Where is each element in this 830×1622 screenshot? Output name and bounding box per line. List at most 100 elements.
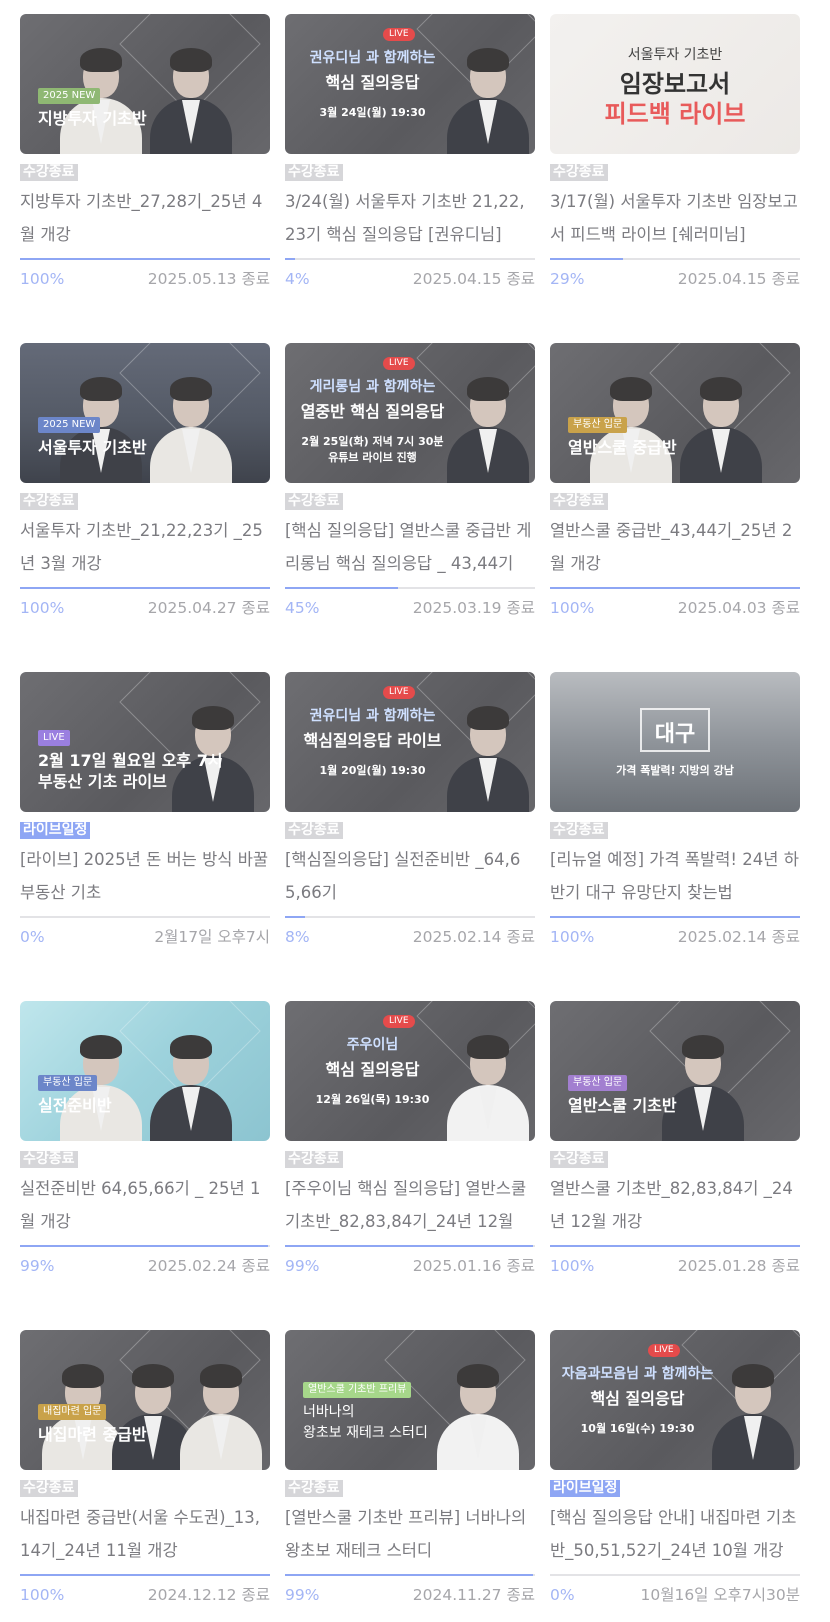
course-title[interactable]: 서울투자 기초반_21,22,23기 _25년 3월 개강 (20, 514, 270, 580)
course-meta: 100% 2025.05.13 종료 (20, 269, 270, 289)
status-badge: 라이브일정 (20, 822, 91, 839)
course-card[interactable]: LIVE 권유디님 과 함께하는 핵심 질의응답 3월 24일(월) 19:30 수강종… (285, 14, 535, 302)
progress-percent: 100% (20, 1586, 65, 1604)
course-card[interactable]: 부동산 입문 실전준비반 수강종료 실전준비반 64,65,66기 _ 25년 1월 … (20, 1001, 270, 1289)
progress-fill (550, 916, 800, 918)
course-title[interactable]: [핵심 질의응답 안내] 내집마련 기초반_50,51,52기_24년 10월 … (550, 1501, 800, 1567)
course-card[interactable]: 2025 NEW 서울투자 기초반 수강종료 서울투자 기초반_21,22,23기 _… (20, 343, 270, 631)
course-grid: 2025 NEW 지방투자 기초반 수강종료 지방투자 기초반_27,28기_25년 … (20, 14, 800, 1618)
course-meta: 8% 2025.02.14 종료 (285, 927, 535, 947)
photo-hair (467, 48, 509, 72)
course-thumbnail[interactable]: 2025 NEW 서울투자 기초반 (20, 343, 270, 483)
instructor-photo (148, 377, 234, 483)
photo-hair (467, 1035, 509, 1059)
course-meta: 100% 2025.02.14 종료 (550, 927, 800, 947)
course-thumbnail[interactable]: LIVE 권유디님 과 함께하는 핵심 질의응답 3월 24일(월) 19:30 (285, 14, 535, 154)
course-card[interactable]: LIVE 게리롱님 과 함께하는 열중반 핵심 질의응답 2월 25일(화) 저녁 7… (285, 343, 535, 631)
course-title[interactable]: 지방투자 기초반_27,28기_25년 4월 개강 (20, 185, 270, 251)
course-meta: 100% 2025.04.27 종료 (20, 598, 270, 618)
thumb-schedule: 3월 24일(월) 19:30 (319, 106, 426, 119)
photo-hair (457, 1364, 499, 1388)
course-thumbnail[interactable]: 2025 NEW 지방투자 기초반 (20, 14, 270, 154)
course-thumbnail[interactable]: 부동산 입문 실전준비반 (20, 1001, 270, 1141)
course-thumbnail[interactable]: LIVE 게리롱님 과 함께하는 열중반 핵심 질의응답 2월 25일(화) 저녁 7… (285, 343, 535, 483)
status-badge: 수강종료 (550, 822, 608, 839)
end-date: 2월17일 오후7시 (154, 928, 270, 946)
course-title[interactable]: [리뉴얼 예정] 가격 폭발력! 24년 하반기 대구 유망단지 찾는법 (550, 843, 800, 909)
course-card[interactable]: 내집마련 입문 내집마련 중급반 수강종료 내집마련 중급반(서울 수도권)_13,1… (20, 1330, 270, 1618)
course-thumbnail[interactable]: 내집마련 입문 내집마련 중급반 (20, 1330, 270, 1470)
instructor-photo (148, 1035, 234, 1141)
progress-bar (285, 1574, 535, 1576)
course-title[interactable]: 열반스쿨 중급반_43,44기_25년 2월 개강 (550, 514, 800, 580)
course-thumbnail[interactable]: 부동산 입문 열반스쿨 중급반 (550, 343, 800, 483)
progress-fill (285, 916, 305, 918)
live-indicator: LIVE (383, 357, 415, 370)
course-card[interactable]: 2025 NEW 지방투자 기초반수강종료지방투자 기초반_27,28기_25년 … (20, 14, 270, 302)
course-title[interactable]: [라이브] 2025년 돈 버는 방식 바꿀 부동산 기초 (20, 843, 270, 909)
photo-hair (80, 48, 122, 72)
thumb-subtitle: 서울투자 기초반 (627, 47, 723, 63)
course-title[interactable]: 열반스쿨 기초반_82,83,84기 _24년 12월 개강 (550, 1172, 800, 1238)
course-thumbnail[interactable]: 부동산 입문 열반스쿨 기초반 (550, 1001, 800, 1141)
status-badge: 수강종료 (20, 164, 78, 181)
course-title[interactable]: 3/17(월) 서울투자 기초반 임장보고서 피드백 라이브 [쉐러미님] (550, 185, 800, 251)
course-title[interactable]: [핵심 질의응답] 열반스쿨 중급반 게리롱님 핵심 질의응답 _ 43,44기 (285, 514, 535, 580)
photo-hair (200, 1364, 242, 1388)
photo-hair (170, 377, 212, 401)
course-card[interactable]: 부동산 입문 열반스쿨 중급반 수강종료 열반스쿨 중급반_43,44기_25년 2월… (550, 343, 800, 631)
course-meta: 100% 2025.04.03 종료 (550, 598, 800, 618)
course-title[interactable]: 3/24(월) 서울투자 기초반 21,22,23기 핵심 질의응답 [권유디님… (285, 185, 535, 251)
progress-percent: 4% (285, 270, 310, 288)
progress-bar (550, 1245, 800, 1247)
progress-bar (550, 1574, 800, 1576)
thumb-title: 2월 17일 월요일 오후 7시 (38, 751, 223, 770)
progress-percent: 100% (20, 599, 65, 617)
thumb-title-line2: 부동산 기초 라이브 (38, 772, 167, 791)
progress-fill (285, 1574, 533, 1576)
thumb-title-accent: 피드백 라이브 (604, 100, 746, 128)
course-title[interactable]: [주우이님 핵심 질의응답] 열반스쿨 기초반_82,83,84기_24년 12… (285, 1172, 535, 1238)
status-badge: 수강종료 (550, 1151, 608, 1168)
progress-bar (20, 1574, 270, 1576)
course-thumbnail[interactable]: LIVE 권유디님 과 함께하는 핵심질의응답 라이브 1월 20일(월) 19:30 (285, 672, 535, 812)
course-card[interactable]: 열반스쿨 기초반 프리뷰 너바나의 왕초보 재테크 스터디수강종료 [열반스쿨 기초반… (285, 1330, 535, 1618)
course-title[interactable]: 내집마련 중급반(서울 수도권)_13,14기_24년 11월 개강 (20, 1501, 270, 1567)
course-card[interactable]: 부동산 입문 열반스쿨 기초반수강종료열반스쿨 기초반_82,83,84기 _24… (550, 1001, 800, 1289)
progress-fill (285, 587, 398, 589)
thumb-title: 핵심질의응답 라이브 (303, 731, 442, 750)
course-thumbnail[interactable]: LIVE 자음과모음님 과 함께하는 핵심 질의응답 10월 16일(수) 19:30 (550, 1330, 800, 1470)
course-meta: 99% 2024.11.27 종료 (285, 1585, 535, 1605)
progress-fill (20, 1574, 270, 1576)
course-card[interactable]: LIVE 주우이님 핵심 질의응답 12월 26일(목) 19:30 수강종료 [주우이님… (285, 1001, 535, 1289)
course-card[interactable]: LIVE 자음과모음님 과 함께하는 핵심 질의응답 10월 16일(수) 19:30… (550, 1330, 800, 1618)
end-date: 2025.04.27 종료 (147, 599, 270, 617)
course-title[interactable]: 실전준비반 64,65,66기 _ 25년 1월 개강 (20, 1172, 270, 1238)
thumb-title: 대구 (654, 722, 696, 747)
end-date: 2025.04.15 종료 (412, 270, 535, 288)
progress-bar (285, 587, 535, 589)
live-indicator: LIVE (383, 28, 415, 41)
status-badge: 수강종료 (285, 493, 343, 510)
course-title[interactable]: [핵심질의응답] 실전준비반 _64,65,66기 (285, 843, 535, 909)
course-card[interactable]: LIVE 2월 17일 월요일 오후 7시부동산 기초 라이브라이브일정 [라이브]… (20, 672, 270, 960)
course-thumbnail[interactable]: 서울투자 기초반 임장보고서 피드백 라이브 (550, 14, 800, 154)
course-thumbnail[interactable]: 열반스쿨 기초반 프리뷰 너바나의 왕초보 재테크 스터디 (285, 1330, 535, 1470)
instructor-photo (435, 1364, 521, 1470)
course-meta: 100% 2025.01.28 종료 (550, 1256, 800, 1276)
course-thumbnail[interactable]: LIVE 주우이님 핵심 질의응답 12월 26일(목) 19:30 (285, 1001, 535, 1141)
photo-hair (192, 706, 234, 730)
end-date: 2025.02.14 종료 (412, 928, 535, 946)
course-thumbnail[interactable]: LIVE 2월 17일 월요일 오후 7시부동산 기초 라이브 (20, 672, 270, 812)
thumb-subtitle: 게리롱님 과 함께하는 (309, 379, 436, 395)
progress-percent: 100% (550, 599, 595, 617)
course-card[interactable]: LIVE 권유디님 과 함께하는 핵심질의응답 라이브 1월 20일(월) 19:30… (285, 672, 535, 960)
course-card[interactable]: 서울투자 기초반 임장보고서 피드백 라이브 수강종료 3/17(월) 서울투자 기초반… (550, 14, 800, 302)
course-thumbnail[interactable]: 대구 가격 폭발력! 지방의 강남 (550, 672, 800, 812)
course-title[interactable]: [열반스쿨 기초반 프리뷰] 너바나의 왕초보 재테크 스터디 (285, 1501, 535, 1567)
course-card[interactable]: 대구 가격 폭발력! 지방의 강남수강종료 [리뉴얼 예정] 가격 폭발력! 24년… (550, 672, 800, 960)
course-meta: 45% 2025.03.19 종료 (285, 598, 535, 618)
progress-percent: 99% (285, 1586, 320, 1604)
status-badge: 수강종료 (285, 1480, 343, 1497)
category-tag: LIVE (38, 730, 70, 746)
